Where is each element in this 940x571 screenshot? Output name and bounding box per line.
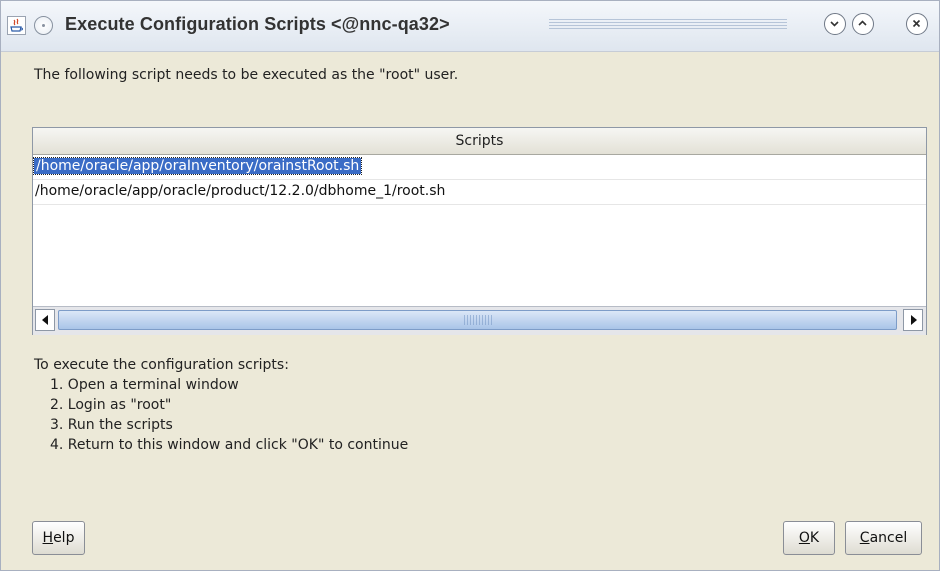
- help-mnemonic: H: [42, 530, 54, 546]
- scroll-right-icon[interactable]: [903, 309, 923, 331]
- step-item: 4. Return to this window and click "OK" …: [50, 437, 409, 453]
- instruction-text: The following script needs to be execute…: [34, 67, 459, 83]
- steps-section: To execute the configuration scripts: 1.…: [34, 355, 408, 455]
- window-menu-icon[interactable]: [34, 16, 53, 35]
- execute-scripts-dialog: Execute Configuration Scripts <@nnc-qa32…: [0, 0, 940, 571]
- scripts-table: Scripts /home/oracle/app/oraInventory/or…: [32, 127, 927, 335]
- cancel-mnemonic: C: [859, 530, 870, 546]
- ok-mnemonic: O: [798, 530, 810, 546]
- script-path: /home/oracle/app/oracle/product/12.2.0/d…: [35, 183, 446, 199]
- help-label-rest: elp: [53, 530, 75, 546]
- title-bar[interactable]: Execute Configuration Scripts <@nnc-qa32…: [1, 1, 939, 52]
- scrollbar-grip: [464, 315, 494, 325]
- step-item: 2. Login as "root": [50, 397, 172, 413]
- step-item: 1. Open a terminal window: [50, 377, 239, 393]
- step-item: 3. Run the scripts: [50, 417, 173, 433]
- cancel-label-rest: ancel: [869, 530, 908, 546]
- maximize-icon[interactable]: [852, 13, 874, 35]
- help-button[interactable]: Help: [32, 521, 85, 555]
- minimize-icon[interactable]: [824, 13, 846, 35]
- close-icon[interactable]: [906, 13, 928, 35]
- table-row[interactable]: /home/oracle/app/oraInventory/orainstRoo…: [32, 155, 926, 180]
- scroll-left-icon[interactable]: [35, 309, 55, 331]
- scripts-column-header[interactable]: Scripts: [33, 128, 926, 155]
- cancel-button[interactable]: Cancel: [845, 521, 922, 555]
- steps-intro: To execute the configuration scripts:: [34, 357, 289, 373]
- script-path: /home/oracle/app/oraInventory/orainstRoo…: [32, 157, 363, 175]
- ok-button[interactable]: OK: [783, 521, 835, 555]
- scrollbar-thumb[interactable]: [58, 310, 897, 330]
- title-bar-grip: [549, 19, 787, 31]
- window-title: Execute Configuration Scripts <@nnc-qa32…: [65, 14, 450, 34]
- ok-label-rest: K: [809, 530, 820, 546]
- horizontal-scrollbar[interactable]: [33, 306, 926, 335]
- table-row[interactable]: /home/oracle/app/oracle/product/12.2.0/d…: [33, 180, 926, 205]
- java-icon: [7, 16, 26, 35]
